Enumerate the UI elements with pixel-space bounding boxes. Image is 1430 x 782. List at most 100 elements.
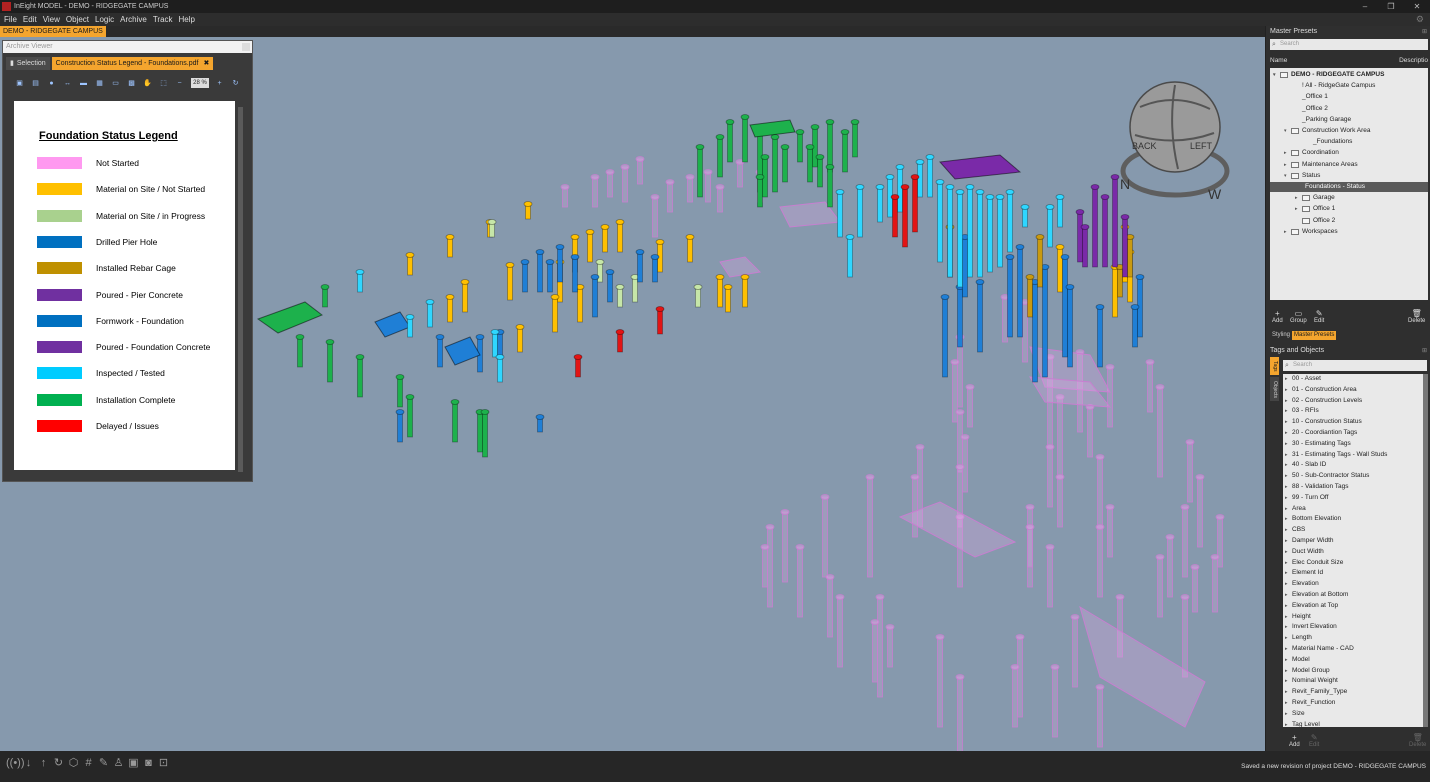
pier[interactable] bbox=[405, 314, 415, 338]
pier[interactable] bbox=[685, 174, 695, 203]
pier[interactable] bbox=[735, 159, 745, 188]
expand-arrow-icon[interactable]: ▸ bbox=[1285, 514, 1292, 525]
preset-tree-item[interactable]: ▸ Garage bbox=[1295, 193, 1335, 203]
tag-list-item[interactable]: ▸ Damper Width bbox=[1283, 536, 1423, 547]
tag-list-item[interactable]: ▸ Height bbox=[1283, 612, 1423, 623]
foundation-slab[interactable] bbox=[374, 311, 411, 338]
pier[interactable] bbox=[995, 194, 1005, 268]
pier[interactable] bbox=[425, 299, 435, 328]
preset-tree-item[interactable]: _Foundations bbox=[1295, 137, 1352, 147]
pier[interactable] bbox=[965, 384, 975, 428]
pier[interactable] bbox=[975, 189, 985, 278]
tab-master-presets[interactable]: Master Presets bbox=[1292, 331, 1337, 340]
pier[interactable] bbox=[450, 399, 460, 443]
pier[interactable] bbox=[1095, 304, 1105, 368]
close-button[interactable]: ✕ bbox=[1404, 2, 1430, 11]
pier[interactable] bbox=[855, 184, 865, 238]
save-icon[interactable]: ▣ bbox=[15, 79, 24, 88]
pier[interactable] bbox=[395, 374, 405, 408]
expand-arrow-icon[interactable]: ▸ bbox=[1285, 374, 1292, 385]
pier[interactable] bbox=[760, 544, 770, 588]
pier[interactable] bbox=[590, 174, 600, 208]
pier[interactable] bbox=[1055, 194, 1065, 228]
pier[interactable] bbox=[590, 274, 600, 318]
pier[interactable] bbox=[520, 259, 530, 293]
settings-gear-icon[interactable]: ⚙ bbox=[1416, 14, 1424, 25]
expand-arrow-icon[interactable]: ▸ bbox=[1285, 612, 1292, 623]
add-preset-button[interactable]: + Add bbox=[1272, 309, 1283, 324]
pier[interactable] bbox=[780, 509, 790, 583]
preset-tree-item[interactable]: ▸ Workspaces bbox=[1284, 227, 1338, 237]
expand-arrow-icon[interactable]: ▸ bbox=[1285, 536, 1292, 547]
preset-tree-item[interactable]: _Office 2 bbox=[1284, 104, 1328, 114]
expand-arrow-icon[interactable]: ▸ bbox=[1285, 676, 1292, 687]
expand-arrow-icon[interactable]: ▸ bbox=[1285, 547, 1292, 558]
pier[interactable] bbox=[523, 201, 533, 220]
tag-list-item[interactable]: ▸ 02 - Construction Levels bbox=[1283, 396, 1423, 407]
menu-edit[interactable]: Edit bbox=[23, 15, 37, 24]
tag-list-item[interactable]: ▸ Nominal Weight bbox=[1283, 676, 1423, 687]
pier[interactable] bbox=[1095, 524, 1105, 598]
pier[interactable] bbox=[685, 234, 695, 263]
menu-object[interactable]: Object bbox=[66, 15, 89, 24]
tag-list-item[interactable]: ▸ Elevation at Top bbox=[1283, 601, 1423, 612]
pier[interactable] bbox=[935, 179, 945, 263]
preset-tree-item[interactable]: ▾ DEMO - RIDGEGATE CAMPUS bbox=[1273, 70, 1384, 80]
foundation-slab[interactable] bbox=[719, 256, 762, 278]
pier[interactable] bbox=[295, 334, 305, 368]
select-text-icon[interactable]: ⬚ bbox=[159, 79, 168, 88]
pier[interactable] bbox=[665, 179, 675, 213]
print-icon[interactable]: ▤ bbox=[31, 79, 40, 88]
thumbnails-icon[interactable]: ▩ bbox=[127, 79, 136, 88]
pier[interactable] bbox=[615, 329, 625, 353]
pier[interactable] bbox=[835, 594, 845, 668]
menu-file[interactable]: File bbox=[4, 15, 17, 24]
pin-icon[interactable]: ⊞ bbox=[1422, 27, 1427, 37]
expand-arrow-icon[interactable]: ▸ bbox=[1285, 709, 1292, 720]
restore-button[interactable]: ❐ bbox=[1378, 2, 1404, 11]
pier[interactable] bbox=[740, 274, 750, 308]
tag-list-item[interactable]: ▸ Elevation at Bottom bbox=[1283, 590, 1423, 601]
tab-styling[interactable]: Styling bbox=[1270, 331, 1292, 340]
expand-arrow-icon[interactable]: ▾ bbox=[1284, 171, 1291, 181]
pier[interactable] bbox=[1165, 534, 1175, 598]
zoom-level[interactable]: 28 % bbox=[191, 78, 209, 88]
tag-list-item[interactable]: ▸ Revit_Function bbox=[1283, 698, 1423, 709]
tag-list-item[interactable]: ▸ Tag Level bbox=[1283, 720, 1423, 728]
tag-list-item[interactable]: ▸ Model Group bbox=[1283, 666, 1423, 677]
tag-list-item[interactable]: ▸ Size bbox=[1283, 709, 1423, 720]
pier[interactable] bbox=[1110, 174, 1120, 268]
menu-help[interactable]: Help bbox=[179, 15, 195, 24]
pier[interactable] bbox=[840, 129, 850, 173]
pier[interactable] bbox=[650, 194, 660, 238]
pier[interactable] bbox=[795, 129, 805, 163]
preset-tree-item[interactable]: ! All - RidgeGate Campus bbox=[1284, 81, 1375, 91]
pier[interactable] bbox=[695, 144, 705, 198]
globe-icon[interactable]: ● bbox=[47, 79, 56, 88]
preset-tree-item[interactable]: ▸ Coordination bbox=[1284, 148, 1339, 158]
pier[interactable] bbox=[615, 284, 625, 308]
rotate-icon[interactable]: ↻ bbox=[231, 79, 240, 88]
delete-tag-button[interactable]: 🗑 Delete bbox=[1409, 733, 1426, 748]
pier[interactable] bbox=[1180, 504, 1190, 578]
preset-tree-item[interactable]: _Parking Garage bbox=[1284, 115, 1351, 125]
pier[interactable] bbox=[1050, 664, 1060, 738]
pier[interactable] bbox=[975, 279, 985, 353]
pdf-scrollbar[interactable] bbox=[238, 107, 243, 472]
pier[interactable] bbox=[865, 474, 875, 578]
grid-icon[interactable]: # bbox=[81, 757, 96, 770]
pier[interactable] bbox=[1080, 224, 1090, 268]
pier[interactable] bbox=[585, 229, 595, 263]
expand-arrow-icon[interactable]: ▸ bbox=[1285, 633, 1292, 644]
tags-scrollbar[interactable] bbox=[1423, 374, 1428, 727]
pier[interactable] bbox=[395, 409, 405, 443]
hand-icon[interactable]: ✋ bbox=[143, 79, 152, 88]
expand-arrow-icon[interactable]: ▸ bbox=[1285, 417, 1292, 428]
pier[interactable] bbox=[1045, 544, 1055, 608]
fit-icon[interactable]: ↔ bbox=[63, 79, 72, 88]
pier[interactable] bbox=[460, 279, 470, 313]
pier[interactable] bbox=[715, 134, 725, 178]
preset-tree-item[interactable]: ▾ Status bbox=[1284, 171, 1320, 181]
minimize-button[interactable]: – bbox=[1352, 2, 1378, 11]
pier[interactable] bbox=[935, 634, 945, 728]
